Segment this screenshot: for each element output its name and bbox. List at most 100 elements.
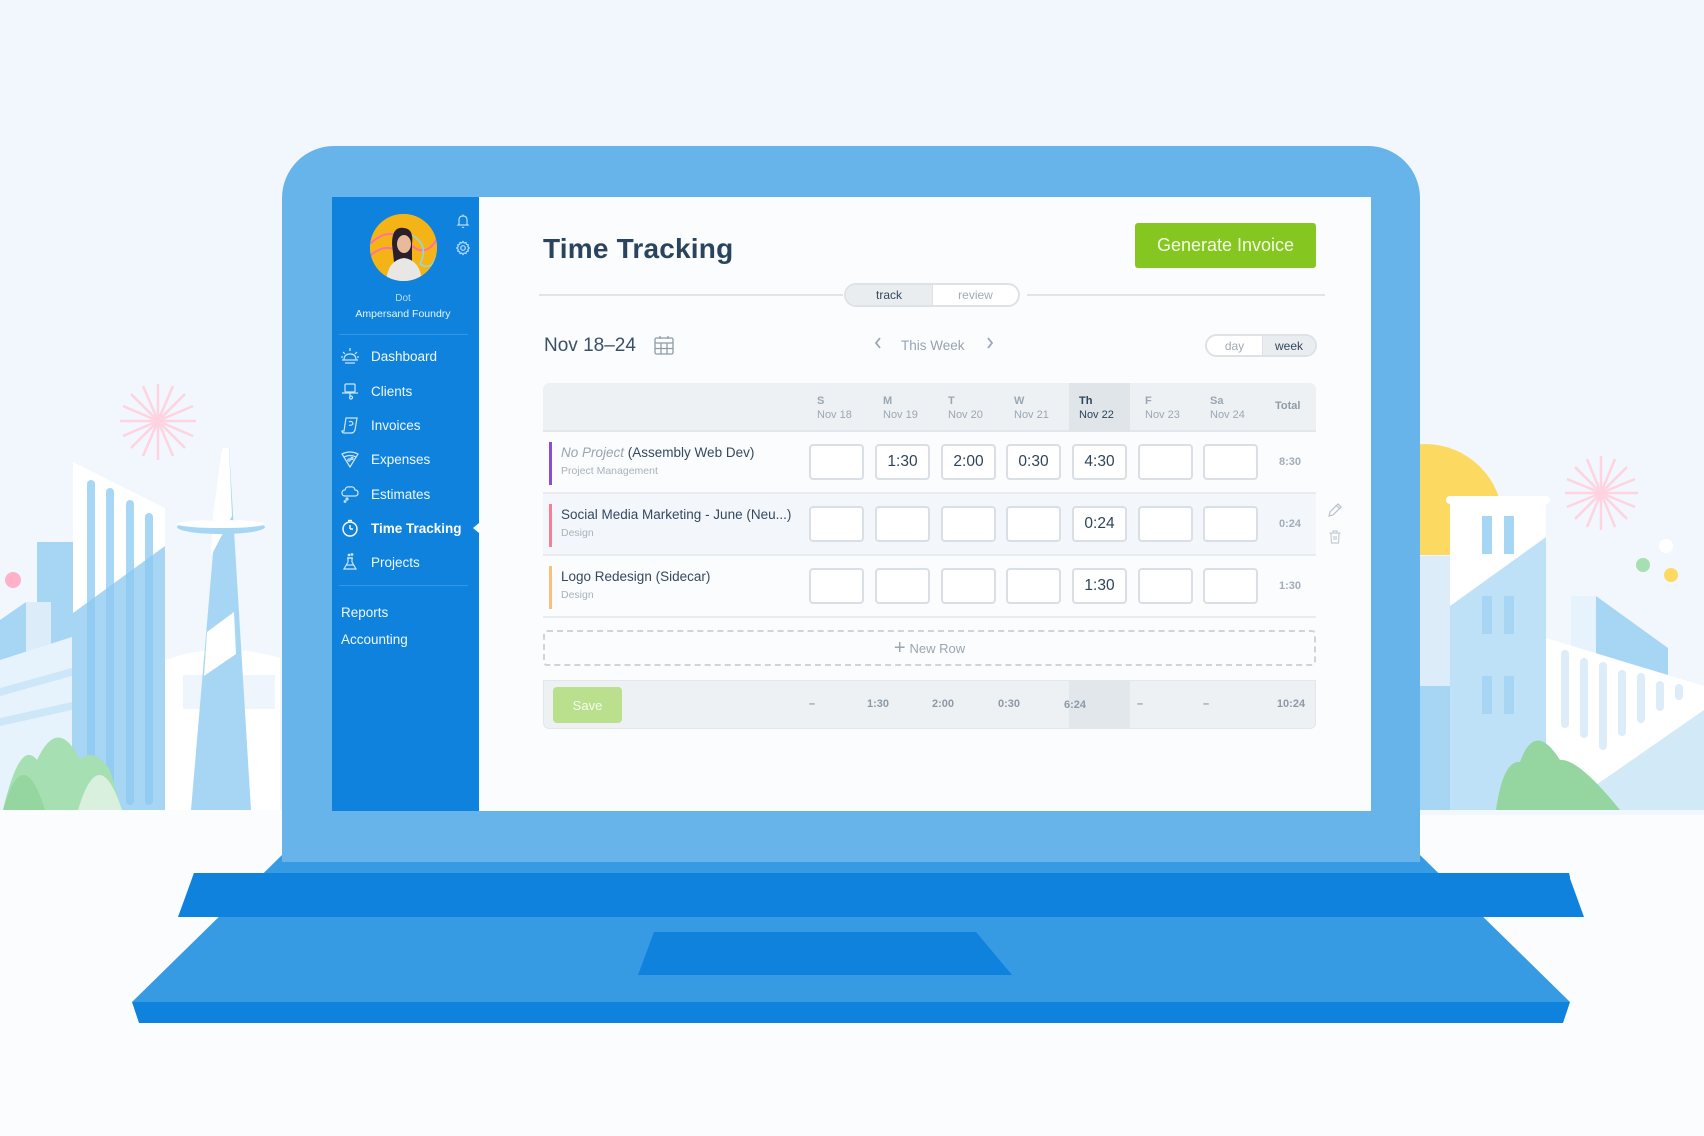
hours-input-sat[interactable]: [1203, 444, 1258, 480]
day-header-thu: Th Nov 22: [1079, 395, 1114, 421]
day-header-sun: S Nov 18: [817, 395, 852, 421]
sidebar-item-projects[interactable]: Projects: [339, 549, 479, 575]
hours-input-thu[interactable]: 0:24: [1072, 506, 1127, 542]
hours-input-sat[interactable]: [1203, 506, 1258, 542]
sidebar-item-estimates[interactable]: Estimates: [339, 481, 479, 507]
flask-icon: [339, 553, 361, 571]
hours-input-wed[interactable]: 0:30: [1006, 444, 1061, 480]
project-color-bar: [549, 442, 552, 485]
day-total-tue: 2:00: [931, 698, 955, 710]
sidebar-item-clients[interactable]: Clients: [339, 378, 479, 404]
totals-bar: Save – 1:30 2:00 0:30 6:24 – – 10:24: [543, 680, 1316, 729]
hours-input-fri[interactable]: [1138, 506, 1193, 542]
hours-input-sun[interactable]: [809, 444, 864, 480]
day-header-fri: F Nov 23: [1145, 395, 1180, 421]
day-total-fri: –: [1136, 698, 1144, 710]
task-name: Design: [561, 527, 594, 539]
page-title: Time Tracking: [543, 233, 734, 264]
table-row: No Project (Assembly Web Dev) Project Ma…: [543, 432, 1316, 494]
sidebar-item-time-tracking[interactable]: Time Tracking: [339, 515, 479, 541]
project-color-bar: [549, 566, 552, 609]
stopwatch-icon: [339, 519, 361, 537]
trash-icon: [1329, 530, 1341, 544]
chevron-left-icon[interactable]: [873, 336, 883, 354]
timesheet-header: S Nov 18 M Nov 19 T Nov 20 W Nov 21 Th Nov 22…: [543, 383, 1316, 432]
new-row-label: New Row: [909, 640, 966, 656]
sidebar-item-label: Invoices: [371, 417, 421, 433]
new-row-button[interactable]: + New Row: [543, 630, 1316, 666]
hours-input-fri[interactable]: [1138, 444, 1193, 480]
hours-input-tue[interactable]: [941, 568, 996, 604]
hours-input-mon[interactable]: 1:30: [875, 444, 930, 480]
sidebar-link-reports[interactable]: Reports: [341, 605, 388, 620]
calendar-icon[interactable]: [653, 334, 675, 361]
project-name[interactable]: Social Media Marketing - June (Neu...): [561, 507, 791, 522]
hours-input-wed[interactable]: [1006, 568, 1061, 604]
hours-input-fri[interactable]: [1138, 568, 1193, 604]
plus-icon: +: [893, 636, 906, 659]
bell-icon[interactable]: [455, 213, 471, 229]
hours-input-tue[interactable]: [941, 506, 996, 542]
date-range-label: Nov 18–24: [544, 335, 636, 356]
scroll-icon: [339, 416, 361, 434]
day-header-wed: W Nov 21: [1014, 395, 1049, 421]
tab-track[interactable]: track: [846, 285, 932, 305]
hours-input-mon[interactable]: [875, 506, 930, 542]
project-name[interactable]: No Project (Assembly Web Dev): [561, 445, 754, 460]
sidebar-link-accounting[interactable]: Accounting: [341, 632, 408, 647]
hours-input-thu[interactable]: 1:30: [1072, 568, 1127, 604]
track-review-toggle: track review: [844, 283, 1020, 307]
header-divider-left: [539, 294, 843, 296]
hours-input-mon[interactable]: [875, 568, 930, 604]
pencil-icon: [1328, 503, 1342, 517]
day-total-mon: 1:30: [866, 698, 890, 710]
row-total: 8:30: [1278, 456, 1302, 468]
app-screen: Dot Ampersand Foundry Dashboard Clients: [332, 197, 1371, 811]
user-name: Dot: [395, 293, 411, 304]
sidebar-item-label: Expenses: [371, 451, 431, 467]
project-name[interactable]: Logo Redesign (Sidecar): [561, 569, 710, 584]
tab-week[interactable]: week: [1262, 336, 1315, 355]
sidebar-divider: [339, 585, 468, 586]
cloud-icon: [339, 485, 361, 503]
generate-invoice-button[interactable]: Generate Invoice: [1135, 223, 1316, 268]
row-total: 1:30: [1278, 580, 1302, 592]
sidebar-item-label: Time Tracking: [371, 520, 462, 536]
hours-input-wed[interactable]: [1006, 506, 1061, 542]
table-row: Logo Redesign (Sidecar) Design 1:30 1:30: [543, 556, 1316, 618]
hat-icon: [339, 382, 361, 400]
sidebar-item-expenses[interactable]: Expenses: [339, 446, 479, 472]
edit-row-button[interactable]: [1327, 502, 1343, 523]
hours-input-tue[interactable]: 2:00: [941, 444, 996, 480]
sidebar-item-invoices[interactable]: Invoices: [339, 412, 479, 438]
save-button[interactable]: Save: [553, 687, 622, 723]
gear-icon[interactable]: [455, 240, 471, 256]
sidebar-divider: [339, 334, 468, 335]
avatar[interactable]: [370, 214, 437, 281]
delete-row-button[interactable]: [1327, 529, 1343, 550]
hours-input-sat[interactable]: [1203, 568, 1258, 604]
sunrise-icon: [339, 347, 361, 365]
header-divider-right: [1027, 294, 1325, 296]
tab-review[interactable]: review: [932, 285, 1018, 305]
row-total: 0:24: [1278, 518, 1302, 530]
day-total-sun: –: [808, 698, 816, 710]
hours-input-sun[interactable]: [809, 506, 864, 542]
chevron-right-icon[interactable]: [985, 336, 995, 354]
task-name: Design: [561, 589, 594, 601]
active-indicator-caret: [473, 523, 479, 533]
user-organization: Ampersand Foundry: [355, 308, 451, 320]
day-header-sat: Sa Nov 24: [1210, 395, 1245, 421]
hours-input-thu[interactable]: 4:30: [1072, 444, 1127, 480]
day-header-mon: M Nov 19: [883, 395, 918, 421]
sidebar-item-label: Clients: [371, 383, 413, 399]
week-navigator: This Week: [873, 336, 995, 354]
period-label: This Week: [901, 337, 965, 353]
day-week-toggle: day week: [1205, 334, 1317, 357]
hours-input-sun[interactable]: [809, 568, 864, 604]
tab-day[interactable]: day: [1207, 336, 1262, 355]
day-header-tue: T Nov 20: [948, 395, 983, 421]
sidebar-item-dashboard[interactable]: Dashboard: [339, 343, 479, 369]
day-total-wed: 0:30: [997, 698, 1021, 710]
pizza-icon: [339, 450, 361, 468]
